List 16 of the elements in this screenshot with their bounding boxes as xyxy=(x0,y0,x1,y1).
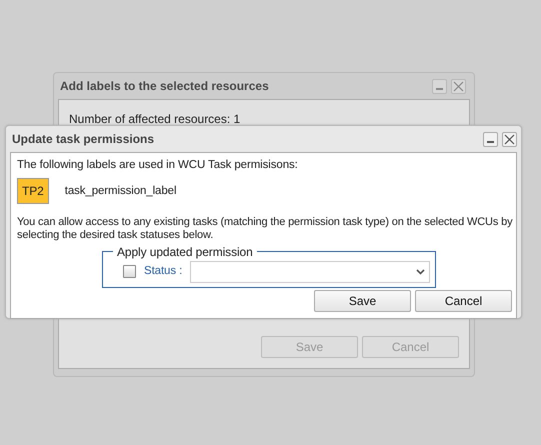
window-title: Add labels to the selected resources xyxy=(59,78,269,95)
window-title: Update task permissions xyxy=(11,131,154,148)
description-text: You can allow access to any existing tasks (matching the permission task type) on the selected WCUs by selecting the desired task statuses below. xyxy=(17,216,514,242)
info-text: Number of affected resources: 1 xyxy=(69,111,242,128)
minimize-button[interactable] xyxy=(483,132,498,147)
close-icon xyxy=(504,134,515,145)
label-tag: TP2 xyxy=(17,178,49,204)
status-checkbox[interactable] xyxy=(123,265,136,278)
label-name: task_permission_label xyxy=(64,184,176,199)
status-label: Status : xyxy=(144,264,182,279)
chevron-down-icon xyxy=(416,268,426,275)
dialog-button[interactable]: Cancel xyxy=(415,290,512,312)
close-icon xyxy=(453,81,464,92)
dialog-button[interactable]: Save xyxy=(314,290,411,312)
close-button[interactable] xyxy=(502,132,517,147)
intro-text: The following labels are used in WCU Task permisisons: xyxy=(17,158,299,173)
